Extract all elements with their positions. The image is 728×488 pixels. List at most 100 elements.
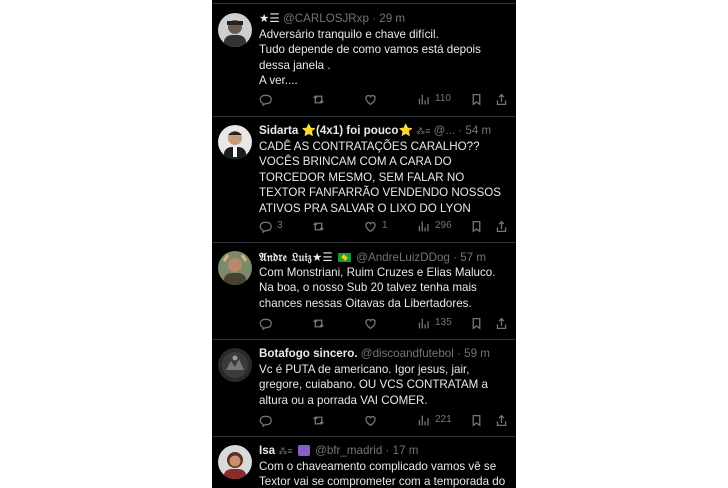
tweet-actions: 3 1 296 bbox=[259, 219, 508, 233]
like-button[interactable]: 1 bbox=[364, 219, 388, 233]
heart-icon bbox=[365, 221, 376, 232]
top-divider bbox=[212, 0, 516, 4]
separator: · bbox=[372, 12, 377, 25]
heart-icon bbox=[365, 318, 376, 329]
heart-icon bbox=[365, 94, 376, 105]
bookmark-button[interactable] bbox=[470, 219, 483, 233]
views-icon bbox=[418, 318, 429, 328]
share-icon bbox=[496, 93, 507, 105]
theater-masks-icon bbox=[297, 445, 310, 456]
share-button[interactable] bbox=[495, 219, 508, 233]
display-name[interactable]: Isa bbox=[259, 444, 275, 457]
timestamp[interactable]: 29 m bbox=[379, 12, 405, 25]
share-button[interactable] bbox=[495, 413, 508, 427]
timestamp[interactable]: 57 m bbox=[460, 251, 486, 264]
avatar[interactable] bbox=[218, 125, 252, 159]
view-count: 296 bbox=[435, 220, 452, 231]
tweet-text: Adversário tranquilo e chave difícil. Tu… bbox=[259, 28, 481, 88]
display-name[interactable]: Sidarta bbox=[259, 124, 298, 137]
name-badge: ★☰ bbox=[259, 12, 280, 25]
retweet-button[interactable] bbox=[312, 316, 330, 330]
handle[interactable]: @AndreLuizDDog bbox=[356, 251, 450, 264]
tweet[interactable]: Sidarta ⭐(4x1) foi pouco⭐ ⁂≡ @... · 54 m… bbox=[212, 117, 516, 243]
tweet[interactable]: 𝔄𝔫𝔡𝔯𝔢 𝔏𝔲𝔦𝔷★☰ @AndreLuizDDog · 57 m Com M… bbox=[212, 243, 516, 340]
avatar[interactable] bbox=[218, 348, 252, 382]
tweet[interactable]: ★☰ @CARLOSJRxp · 29 m Adversário tranqui… bbox=[212, 5, 516, 117]
star-emoji: ⭐ bbox=[398, 124, 413, 137]
retweet-icon bbox=[313, 318, 324, 328]
tweet-header: Isa ⁂≡ @bfr_madrid · 17 m bbox=[259, 443, 512, 459]
separator: · bbox=[453, 251, 457, 264]
handle[interactable]: @CARLOSJRxp bbox=[283, 12, 369, 25]
tweet-header: 𝔄𝔫𝔡𝔯𝔢 𝔏𝔲𝔦𝔷★☰ @AndreLuizDDog · 57 m bbox=[259, 249, 512, 265]
bookmark-icon bbox=[472, 220, 481, 233]
bookmark-button[interactable] bbox=[470, 92, 483, 106]
display-name[interactable]: 𝔄𝔫𝔡𝔯𝔢 𝔏𝔲𝔦𝔷 bbox=[259, 250, 312, 264]
tweet-text: Com o chaveamento complicado vamos vê se… bbox=[259, 460, 506, 488]
reply-icon bbox=[259, 221, 272, 233]
avatar[interactable] bbox=[218, 445, 252, 479]
like-button[interactable] bbox=[364, 413, 382, 427]
bookmark-button[interactable] bbox=[470, 316, 483, 330]
display-name[interactable]: Botafogo sincero. bbox=[259, 347, 358, 360]
reply-button[interactable] bbox=[259, 92, 277, 106]
timestamp[interactable]: 17 m bbox=[393, 444, 419, 457]
share-button[interactable] bbox=[495, 316, 508, 330]
tweet[interactable]: Botafogo sincero. @discoandfutebol · 59 … bbox=[212, 340, 516, 437]
retweet-button[interactable] bbox=[312, 92, 330, 106]
tweet-text: CADÊ AS CONTRATAÇÕES CARALHO?? VOCÊS BRI… bbox=[259, 140, 502, 215]
tweet-text: Com Monstriani, Ruim Cruzes e Elias Malu… bbox=[259, 266, 496, 310]
badge-icon: ⁂≡ bbox=[416, 126, 431, 136]
heart-icon bbox=[365, 415, 376, 426]
reply-button[interactable] bbox=[259, 413, 277, 427]
tweet-header: Sidarta ⭐(4x1) foi pouco⭐ ⁂≡ @... · 54 m bbox=[259, 123, 512, 139]
reply-icon bbox=[259, 94, 272, 106]
tweet-actions: 135 bbox=[259, 316, 508, 330]
views-button[interactable]: 221 bbox=[417, 413, 452, 427]
retweet-button[interactable] bbox=[312, 219, 330, 233]
views-icon bbox=[418, 415, 429, 425]
retweet-icon bbox=[313, 415, 324, 425]
handle[interactable]: @... bbox=[434, 124, 455, 137]
views-button[interactable]: 296 bbox=[417, 219, 452, 233]
star-emoji: ⭐ bbox=[301, 124, 316, 137]
reply-button[interactable]: 3 bbox=[259, 219, 283, 233]
tweet[interactable]: Isa ⁂≡ @bfr_madrid · 17 m Com o chaveame… bbox=[212, 437, 516, 488]
like-button[interactable] bbox=[364, 92, 382, 106]
share-icon bbox=[496, 317, 507, 329]
separator: · bbox=[458, 124, 463, 137]
reply-icon bbox=[259, 318, 272, 330]
view-count: 221 bbox=[435, 414, 452, 425]
like-button[interactable] bbox=[364, 316, 382, 330]
share-button[interactable] bbox=[495, 92, 508, 106]
brazil-flag-icon bbox=[338, 253, 351, 262]
like-count: 1 bbox=[382, 220, 388, 231]
avatar[interactable] bbox=[218, 251, 252, 285]
timeline-feed: ★☰ @CARLOSJRxp · 29 m Adversário tranqui… bbox=[212, 0, 516, 488]
handle[interactable]: @bfr_madrid bbox=[315, 444, 382, 457]
separator: · bbox=[457, 347, 461, 360]
tweet-actions: 221 bbox=[259, 413, 508, 427]
views-icon bbox=[418, 221, 429, 231]
share-icon bbox=[496, 220, 507, 232]
share-icon bbox=[496, 414, 507, 426]
retweet-icon bbox=[313, 94, 324, 104]
timestamp[interactable]: 59 m bbox=[464, 347, 490, 360]
view-count: 135 bbox=[435, 317, 452, 328]
display-name-suffix: (4x1) foi pouco bbox=[315, 124, 399, 137]
bookmark-button[interactable] bbox=[470, 413, 483, 427]
reply-icon bbox=[259, 415, 272, 427]
bookmark-icon bbox=[472, 93, 481, 106]
separator: · bbox=[385, 444, 390, 457]
bookmark-icon bbox=[472, 317, 481, 330]
timestamp[interactable]: 54 m bbox=[465, 124, 491, 137]
handle[interactable]: @discoandfutebol bbox=[361, 347, 454, 360]
view-count: 110 bbox=[435, 93, 451, 104]
reply-button[interactable] bbox=[259, 316, 277, 330]
views-button[interactable]: 110 bbox=[417, 92, 451, 106]
tweet-text: Vc é PUTA de americano. Igor jesus, jair… bbox=[259, 363, 488, 407]
avatar[interactable] bbox=[218, 13, 252, 47]
retweet-button[interactable] bbox=[312, 413, 330, 427]
views-button[interactable]: 135 bbox=[417, 316, 452, 330]
name-badge: ★☰ bbox=[311, 251, 333, 264]
